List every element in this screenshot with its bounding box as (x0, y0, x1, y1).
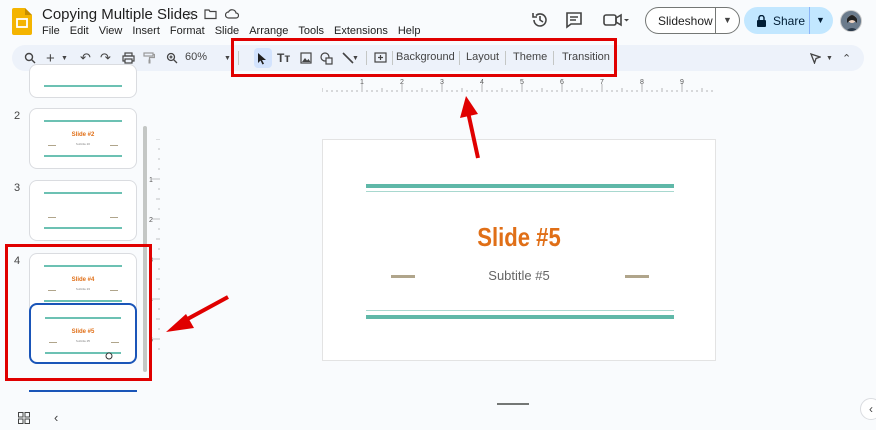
toolbar-highlight-box (231, 38, 617, 77)
thumb-subtitle: Subtitle #2 (75, 142, 91, 146)
share-button[interactable]: Share ▼ (744, 7, 833, 34)
meet-video-icon[interactable] (602, 10, 630, 30)
speaker-notes-handle[interactable] (497, 403, 529, 405)
ruler-label: 4 (480, 79, 484, 86)
horizontal-ruler[interactable]: 1 2 3 4 5 6 7 8 9 (322, 78, 716, 92)
slide-number: 2 (14, 110, 21, 122)
paint-format-icon[interactable] (143, 50, 155, 66)
document-title[interactable]: Copying Multiple Slides (42, 6, 198, 23)
slide-title[interactable]: Slide #5 (352, 222, 685, 253)
slide-subtitle[interactable]: Subtitle #5 (323, 268, 715, 283)
slides-logo-icon[interactable] (12, 8, 32, 35)
cloud-status-icon[interactable] (224, 8, 239, 20)
thumb-title: Slide #2 (71, 132, 95, 138)
left-arrow-head-icon (166, 314, 194, 332)
zoom-chevron-icon[interactable]: ▼ (224, 50, 231, 66)
slide-number: 3 (14, 182, 21, 194)
slide-thumbnail-2[interactable]: Slide #2 Subtitle #2 (29, 108, 137, 169)
menu-arrange[interactable]: Arrange (249, 25, 288, 37)
ruler-label: 2 (149, 217, 153, 224)
avatar[interactable] (840, 10, 862, 32)
next-thumbnail-edge (29, 390, 137, 392)
zoom-icon[interactable] (166, 50, 178, 66)
share-options-chevron-icon[interactable]: ▼ (816, 15, 825, 25)
ruler-label: 1 (360, 79, 364, 86)
menu-slide[interactable]: Slide (215, 25, 239, 37)
version-history-icon[interactable] (530, 10, 550, 30)
menu-help[interactable]: Help (398, 25, 421, 37)
left-arrow-shaft (181, 295, 229, 324)
top-accent-line (366, 184, 674, 188)
menu-format[interactable]: Format (170, 25, 205, 37)
ruler-label: 6 (560, 79, 564, 86)
menu-bar: File Edit View Insert Format Slide Arran… (42, 25, 420, 37)
bottom-accent-line (366, 315, 674, 319)
star-icon[interactable]: ☆ (184, 8, 196, 24)
ruler-label: 5 (520, 79, 524, 86)
zoom-level[interactable]: 60% (185, 51, 207, 63)
ruler-label: 8 (640, 79, 644, 86)
slideshow-button[interactable]: Slideshow ▼ (645, 7, 740, 34)
top-thin-line (366, 191, 674, 192)
slide-thumbnail-3[interactable] (29, 180, 137, 241)
ruler-label: 1 (149, 177, 153, 184)
menu-extensions[interactable]: Extensions (334, 25, 388, 37)
slideshow-label: Slideshow (658, 13, 713, 28)
ruler-label: 3 (440, 79, 444, 86)
move-folder-icon[interactable] (204, 8, 217, 20)
collapse-filmstrip-chevron-icon[interactable]: ‹ (54, 410, 58, 425)
hide-menus-chevron-up-icon[interactable]: ⌃ (842, 50, 851, 66)
grid-view-icon[interactable] (18, 412, 30, 424)
menu-edit[interactable]: Edit (70, 25, 89, 37)
menu-insert[interactable]: Insert (132, 25, 160, 37)
filmstrip-highlight-box (5, 244, 152, 381)
share-label: Share (773, 13, 806, 28)
ruler-label: 9 (680, 79, 684, 86)
pointer-tool-icon[interactable] (810, 50, 821, 66)
share-divider (809, 7, 810, 34)
menu-tools[interactable]: Tools (298, 25, 324, 37)
up-arrow-head-icon (460, 96, 478, 118)
side-panel-toggle-icon[interactable]: ‹ (860, 398, 876, 420)
slide-canvas[interactable]: Slide #5 Subtitle #5 (322, 139, 716, 361)
ruler-label: 7 (600, 79, 604, 86)
lock-icon (757, 14, 766, 27)
slideshow-options-chevron-icon[interactable]: ▼ (723, 15, 732, 25)
slideshow-divider (715, 8, 716, 33)
menu-file[interactable]: File (42, 25, 60, 37)
pointer-chevron-icon[interactable]: ▼ (826, 50, 833, 66)
comments-icon[interactable] (564, 10, 584, 30)
ruler-label: 2 (400, 79, 404, 86)
slide-thumbnail[interactable] (29, 64, 137, 98)
menu-view[interactable]: View (99, 25, 123, 37)
bottom-thin-line (366, 310, 674, 311)
